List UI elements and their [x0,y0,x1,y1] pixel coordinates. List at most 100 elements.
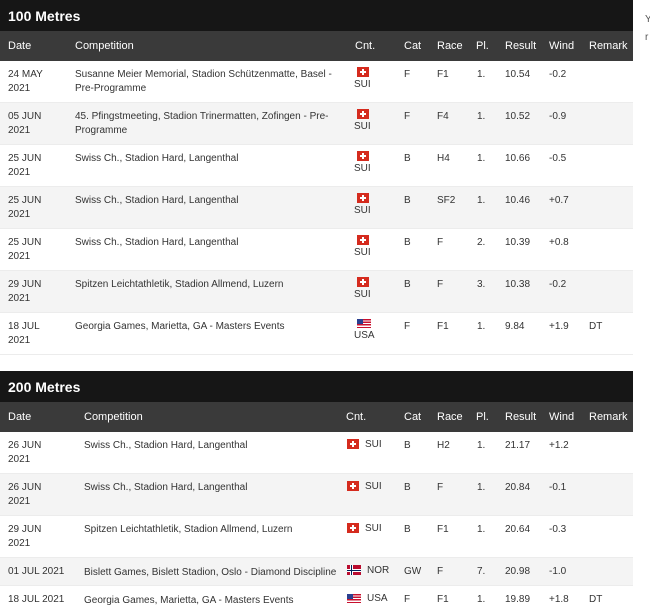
date-cell: 29 JUN 2021 [8,279,42,304]
result-cell: 10.38 [505,279,531,290]
place-cell: 1. [477,111,486,122]
flag-sui-icon [347,481,359,492]
wind-cell: +0.7 [549,195,569,206]
country-code: SUI [354,79,371,90]
competition-link[interactable]: Susanne Meier Memorial, Stadion Schützen… [75,68,337,96]
header-place[interactable]: Pl. [476,402,489,432]
competition-link[interactable]: Swiss Ch., Stadion Hard, Langenthal [84,439,342,453]
flag-sui-icon [357,277,369,287]
section-title: 200 Metres [0,371,633,402]
header-country[interactable]: Cnt. [346,402,366,432]
country-cell: USA [354,319,375,341]
country-code: USA [367,593,388,604]
category-cell: F [404,111,411,122]
competition-link[interactable]: Swiss Ch., Stadion Hard, Langenthal [75,152,337,166]
table-row[interactable]: 25 JUN 2021 Swiss Ch., Stadion Hard, Lang… [0,229,633,271]
header-date[interactable]: Date [8,31,31,61]
country-cell: SUI [347,523,382,534]
category-cell: B [404,237,411,248]
header-wind[interactable]: Wind [549,402,574,432]
table-row[interactable]: 18 JUL 2021 Georgia Games, Marietta, GA -… [0,313,633,355]
country-code: SUI [365,439,382,450]
header-category[interactable]: Cat [404,31,421,61]
race-cell: F1 [437,321,449,332]
header-race[interactable]: Race [437,402,463,432]
place-cell: 1. [477,482,486,493]
header-result[interactable]: Result [505,31,536,61]
remark-cell: DT [589,321,603,332]
place-cell: 1. [477,153,486,164]
country-cell: SUI [354,151,372,174]
header-remark[interactable]: Remark [589,402,628,432]
header-competition[interactable]: Competition [75,31,134,61]
right-gutter: Y r [633,0,650,612]
table-row[interactable]: 25 JUN 2021 Swiss Ch., Stadion Hard, Lang… [0,187,633,229]
result-cell: 10.54 [505,69,531,80]
result-cell: 20.64 [505,524,531,535]
table-row[interactable]: 26 JUN 2021 Swiss Ch., Stadion Hard, Lang… [0,474,633,516]
country-code: USA [354,330,375,341]
date-cell: 25 JUN 2021 [8,237,42,262]
country-code: NOR [367,565,390,576]
table-header: Date Competition Cnt. Cat Race Pl. Resul… [0,402,633,432]
header-date[interactable]: Date [8,402,31,432]
country-code: SUI [354,121,371,132]
header-country[interactable]: Cnt. [355,31,375,61]
date-cell: 01 JUL 2021 [8,566,65,577]
country-cell: SUI [354,109,372,132]
wind-cell: -0.1 [549,482,567,493]
race-cell: F4 [437,111,449,122]
race-cell: SF2 [437,195,456,206]
place-cell: 1. [477,440,486,451]
table-row[interactable]: 05 JUN 2021 45. Pfingstmeeting, Stadion T… [0,103,633,145]
place-cell: 7. [477,566,486,577]
competition-link[interactable]: Georgia Games, Marietta, GA - Masters Ev… [84,594,342,608]
results-section-100m: 100 Metres Date Competition Cnt. Cat Rac… [0,0,633,355]
table-row[interactable]: 29 JUN 2021 Spitzen Leichtathletik, Stadi… [0,271,633,313]
wind-cell: -0.9 [549,111,567,122]
header-race[interactable]: Race [437,31,463,61]
results-table-body: 24 MAY 2021 Susanne Meier Memorial, Stadi… [0,61,633,355]
date-cell: 05 JUN 2021 [8,111,42,136]
header-place[interactable]: Pl. [476,31,489,61]
table-row[interactable]: 01 JUL 2021 Bislett Games, Bislett Stadio… [0,558,633,586]
table-row[interactable]: 18 JUL 2021 Georgia Games, Marietta, GA -… [0,586,633,612]
result-cell: 19.89 [505,594,531,605]
place-cell: 1. [477,594,486,605]
header-remark[interactable]: Remark [589,31,628,61]
competition-link[interactable]: 45. Pfingstmeeting, Stadion Trinermatten… [75,110,337,138]
category-cell: GW [404,566,422,577]
competition-link[interactable]: Georgia Games, Marietta, GA - Masters Ev… [75,320,337,334]
race-cell: F [437,279,444,290]
table-row[interactable]: 29 JUN 2021 Spitzen Leichtathletik, Stadi… [0,516,633,558]
competition-link[interactable]: Swiss Ch., Stadion Hard, Langenthal [75,236,337,250]
place-cell: 1. [477,321,486,332]
result-cell: 20.98 [505,566,531,577]
header-result[interactable]: Result [505,402,536,432]
header-category[interactable]: Cat [404,402,421,432]
competition-link[interactable]: Swiss Ch., Stadion Hard, Langenthal [75,194,337,208]
result-cell: 21.17 [505,440,531,451]
table-row[interactable]: 25 JUN 2021 Swiss Ch., Stadion Hard, Lang… [0,145,633,187]
race-cell: F1 [437,524,449,535]
results-section-200m: 200 Metres Date Competition Cnt. Cat Rac… [0,371,633,612]
competition-link[interactable]: Swiss Ch., Stadion Hard, Langenthal [84,481,342,495]
flag-usa-icon [347,593,361,603]
country-cell: SUI [347,481,382,492]
date-cell: 18 JUL 2021 [8,594,65,605]
table-row[interactable]: 24 MAY 2021 Susanne Meier Memorial, Stadi… [0,61,633,103]
country-code: SUI [354,163,371,174]
competition-link[interactable]: Spitzen Leichtathletik, Stadion Allmend,… [84,523,342,537]
header-competition[interactable]: Competition [84,402,143,432]
date-cell: 25 JUN 2021 [8,195,42,220]
flag-sui-icon [347,439,359,450]
gutter-char: Y [645,14,650,25]
flag-nor-icon [347,565,361,576]
flag-sui-icon [357,193,369,203]
competition-link[interactable]: Bislett Games, Bislett Stadion, Oslo - D… [84,566,342,580]
competition-link[interactable]: Spitzen Leichtathletik, Stadion Allmend,… [75,278,337,292]
header-wind[interactable]: Wind [549,31,574,61]
result-cell: 10.66 [505,153,531,164]
table-row[interactable]: 26 JUN 2021 Swiss Ch., Stadion Hard, Lang… [0,432,633,474]
wind-cell: -1.0 [549,566,567,577]
